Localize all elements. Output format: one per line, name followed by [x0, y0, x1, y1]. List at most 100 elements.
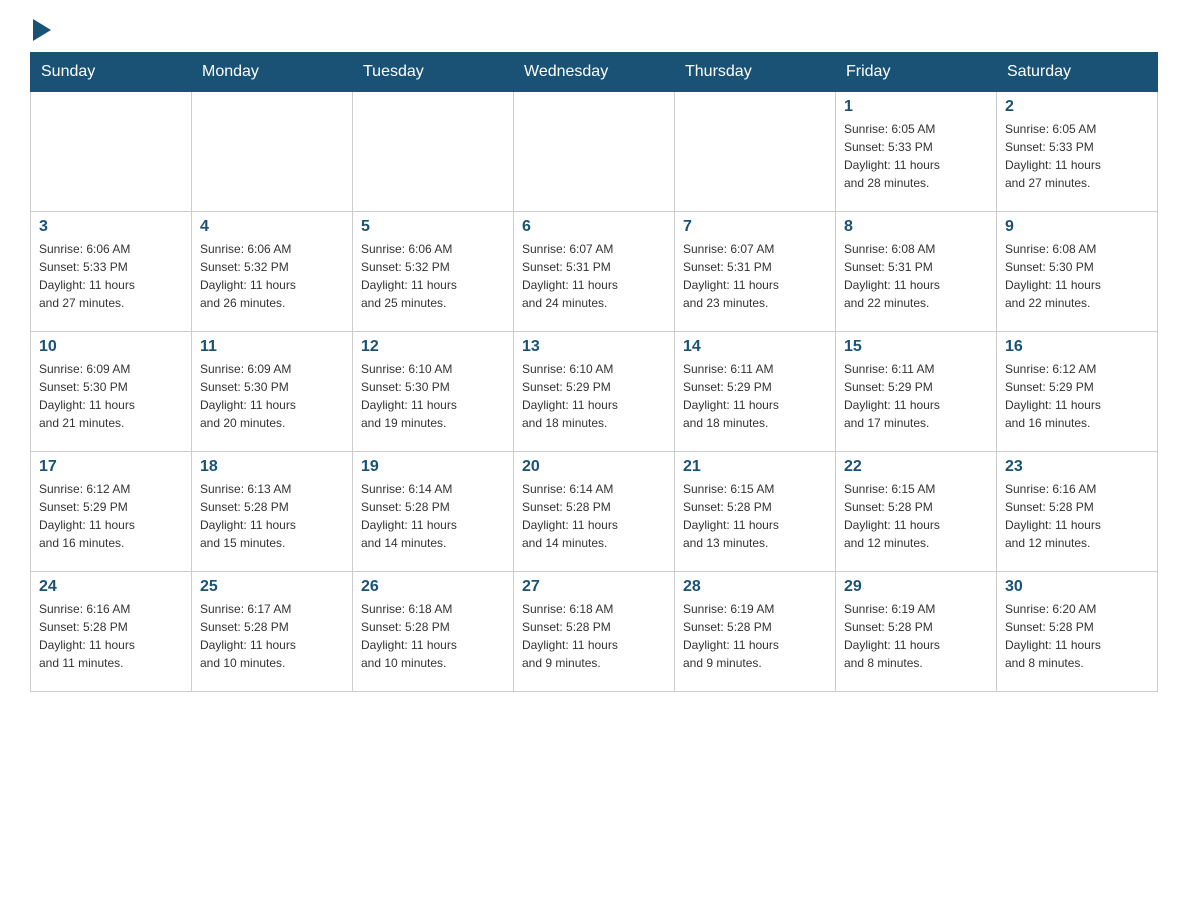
day-info: Sunrise: 6:16 AM Sunset: 5:28 PM Dayligh… [1005, 480, 1149, 552]
day-number: 2 [1005, 98, 1149, 116]
calendar-cell: 2Sunrise: 6:05 AM Sunset: 5:33 PM Daylig… [997, 92, 1158, 212]
calendar-cell: 28Sunrise: 6:19 AM Sunset: 5:28 PM Dayli… [675, 572, 836, 692]
day-info: Sunrise: 6:16 AM Sunset: 5:28 PM Dayligh… [39, 600, 183, 672]
calendar-cell [192, 92, 353, 212]
page-header [30, 20, 1158, 42]
calendar-cell: 19 Sunrise: 6:14 AM Sunset: 5:28 PM Dayli… [353, 452, 514, 572]
day-info: Sunrise: 6:07 AM Sunset: 5:31 PM Dayligh… [683, 240, 827, 312]
calendar-cell: 14 Sunrise: 6:11 AM Sunset: 5:29 PM Dayli… [675, 332, 836, 452]
day-of-week-header: Thursday [675, 53, 836, 92]
day-of-week-header: Monday [192, 53, 353, 92]
day-number: 18 [200, 458, 344, 476]
calendar-cell: 25 Sunrise: 6:17 AM Sunset: 5:28 PM Dayli… [192, 572, 353, 692]
day-info: Sunrise: 6:19 AM Sunset: 5:28 PM Dayligh… [683, 600, 827, 672]
calendar-cell: 12 Sunrise: 6:10 AM Sunset: 5:30 PM Dayli… [353, 332, 514, 452]
day-number: 8 [844, 218, 988, 236]
calendar-cell: 29 Sunrise: 6:19 AM Sunset: 5:28 PM Dayli… [836, 572, 997, 692]
day-info: Sunrise: 6:20 AM Sunset: 5:28 PM Dayligh… [1005, 600, 1149, 672]
day-number: 26 [361, 578, 505, 596]
day-number: 12 [361, 338, 505, 356]
calendar-cell: 7 Sunrise: 6:07 AM Sunset: 5:31 PM Daylig… [675, 212, 836, 332]
calendar-cell: 3 Sunrise: 6:06 AM Sunset: 5:33 PM Daylig… [31, 212, 192, 332]
day-info: Sunrise: 6:13 AM Sunset: 5:28 PM Dayligh… [200, 480, 344, 552]
calendar-cell: 1 Sunrise: 6:05 AM Sunset: 5:33 PM Daylig… [836, 92, 997, 212]
calendar-cell: 15Sunrise: 6:11 AM Sunset: 5:29 PM Dayli… [836, 332, 997, 452]
calendar-table: SundayMondayTuesdayWednesdayThursdayFrid… [30, 52, 1158, 692]
calendar-cell: 9 Sunrise: 6:08 AM Sunset: 5:30 PM Daylig… [997, 212, 1158, 332]
day-info: Sunrise: 6:12 AM Sunset: 5:29 PM Dayligh… [39, 480, 183, 552]
day-info: Sunrise: 6:11 AM Sunset: 5:29 PM Dayligh… [683, 360, 827, 432]
day-info: Sunrise: 6:10 AM Sunset: 5:30 PM Dayligh… [361, 360, 505, 432]
day-info: Sunrise: 6:07 AM Sunset: 5:31 PM Dayligh… [522, 240, 666, 312]
calendar-cell: 10 Sunrise: 6:09 AM Sunset: 5:30 PM Dayli… [31, 332, 192, 452]
calendar-cell: 13Sunrise: 6:10 AM Sunset: 5:29 PM Dayli… [514, 332, 675, 452]
day-number: 5 [361, 218, 505, 236]
day-number: 29 [844, 578, 988, 596]
calendar-cell: 21 Sunrise: 6:15 AM Sunset: 5:28 PM Dayli… [675, 452, 836, 572]
calendar-cell [31, 92, 192, 212]
calendar-cell: 22 Sunrise: 6:15 AM Sunset: 5:28 PM Dayli… [836, 452, 997, 572]
day-info: Sunrise: 6:06 AM Sunset: 5:32 PM Dayligh… [200, 240, 344, 312]
calendar-cell: 20 Sunrise: 6:14 AM Sunset: 5:28 PM Dayli… [514, 452, 675, 572]
day-number: 17 [39, 458, 183, 476]
logo-triangle-icon [33, 19, 51, 41]
day-number: 6 [522, 218, 666, 236]
calendar-cell [675, 92, 836, 212]
day-info: Sunrise: 6:06 AM Sunset: 5:32 PM Dayligh… [361, 240, 505, 312]
day-info: Sunrise: 6:08 AM Sunset: 5:31 PM Dayligh… [844, 240, 988, 312]
day-of-week-header: Saturday [997, 53, 1158, 92]
day-number: 27 [522, 578, 666, 596]
day-info: Sunrise: 6:09 AM Sunset: 5:30 PM Dayligh… [39, 360, 183, 432]
day-number: 20 [522, 458, 666, 476]
day-info: Sunrise: 6:15 AM Sunset: 5:28 PM Dayligh… [683, 480, 827, 552]
day-of-week-header: Tuesday [353, 53, 514, 92]
day-of-week-header: Wednesday [514, 53, 675, 92]
day-number: 10 [39, 338, 183, 356]
day-info: Sunrise: 6:05 AM Sunset: 5:33 PM Dayligh… [844, 120, 988, 192]
logo [30, 20, 51, 42]
day-info: Sunrise: 6:18 AM Sunset: 5:28 PM Dayligh… [522, 600, 666, 672]
calendar-week-row: 1 Sunrise: 6:05 AM Sunset: 5:33 PM Daylig… [31, 92, 1158, 212]
day-info: Sunrise: 6:14 AM Sunset: 5:28 PM Dayligh… [361, 480, 505, 552]
day-number: 14 [683, 338, 827, 356]
day-number: 25 [200, 578, 344, 596]
calendar-cell [353, 92, 514, 212]
calendar-header-row: SundayMondayTuesdayWednesdayThursdayFrid… [31, 53, 1158, 92]
day-number: 21 [683, 458, 827, 476]
calendar-cell: 18 Sunrise: 6:13 AM Sunset: 5:28 PM Dayli… [192, 452, 353, 572]
calendar-cell [514, 92, 675, 212]
day-number: 4 [200, 218, 344, 236]
day-of-week-header: Friday [836, 53, 997, 92]
day-number: 3 [39, 218, 183, 236]
day-info: Sunrise: 6:17 AM Sunset: 5:28 PM Dayligh… [200, 600, 344, 672]
calendar-week-row: 24 Sunrise: 6:16 AM Sunset: 5:28 PM Dayli… [31, 572, 1158, 692]
day-number: 1 [844, 98, 988, 116]
day-info: Sunrise: 6:14 AM Sunset: 5:28 PM Dayligh… [522, 480, 666, 552]
calendar-week-row: 3 Sunrise: 6:06 AM Sunset: 5:33 PM Daylig… [31, 212, 1158, 332]
calendar-cell: 26Sunrise: 6:18 AM Sunset: 5:28 PM Dayli… [353, 572, 514, 692]
day-number: 11 [200, 338, 344, 356]
calendar-cell: 4 Sunrise: 6:06 AM Sunset: 5:32 PM Daylig… [192, 212, 353, 332]
day-number: 15 [844, 338, 988, 356]
calendar-cell: 17 Sunrise: 6:12 AM Sunset: 5:29 PM Dayli… [31, 452, 192, 572]
day-number: 22 [844, 458, 988, 476]
day-number: 30 [1005, 578, 1149, 596]
day-number: 9 [1005, 218, 1149, 236]
day-number: 19 [361, 458, 505, 476]
day-number: 23 [1005, 458, 1149, 476]
calendar-week-row: 17 Sunrise: 6:12 AM Sunset: 5:29 PM Dayli… [31, 452, 1158, 572]
calendar-cell: 5 Sunrise: 6:06 AM Sunset: 5:32 PM Daylig… [353, 212, 514, 332]
day-info: Sunrise: 6:10 AM Sunset: 5:29 PM Dayligh… [522, 360, 666, 432]
day-number: 16 [1005, 338, 1149, 356]
calendar-cell: 16 Sunrise: 6:12 AM Sunset: 5:29 PM Dayli… [997, 332, 1158, 452]
day-info: Sunrise: 6:15 AM Sunset: 5:28 PM Dayligh… [844, 480, 988, 552]
day-info: Sunrise: 6:06 AM Sunset: 5:33 PM Dayligh… [39, 240, 183, 312]
day-info: Sunrise: 6:08 AM Sunset: 5:30 PM Dayligh… [1005, 240, 1149, 312]
day-number: 7 [683, 218, 827, 236]
calendar-cell: 8 Sunrise: 6:08 AM Sunset: 5:31 PM Daylig… [836, 212, 997, 332]
day-info: Sunrise: 6:19 AM Sunset: 5:28 PM Dayligh… [844, 600, 988, 672]
calendar-cell: 30 Sunrise: 6:20 AM Sunset: 5:28 PM Dayli… [997, 572, 1158, 692]
calendar-week-row: 10 Sunrise: 6:09 AM Sunset: 5:30 PM Dayli… [31, 332, 1158, 452]
day-number: 24 [39, 578, 183, 596]
day-info: Sunrise: 6:12 AM Sunset: 5:29 PM Dayligh… [1005, 360, 1149, 432]
